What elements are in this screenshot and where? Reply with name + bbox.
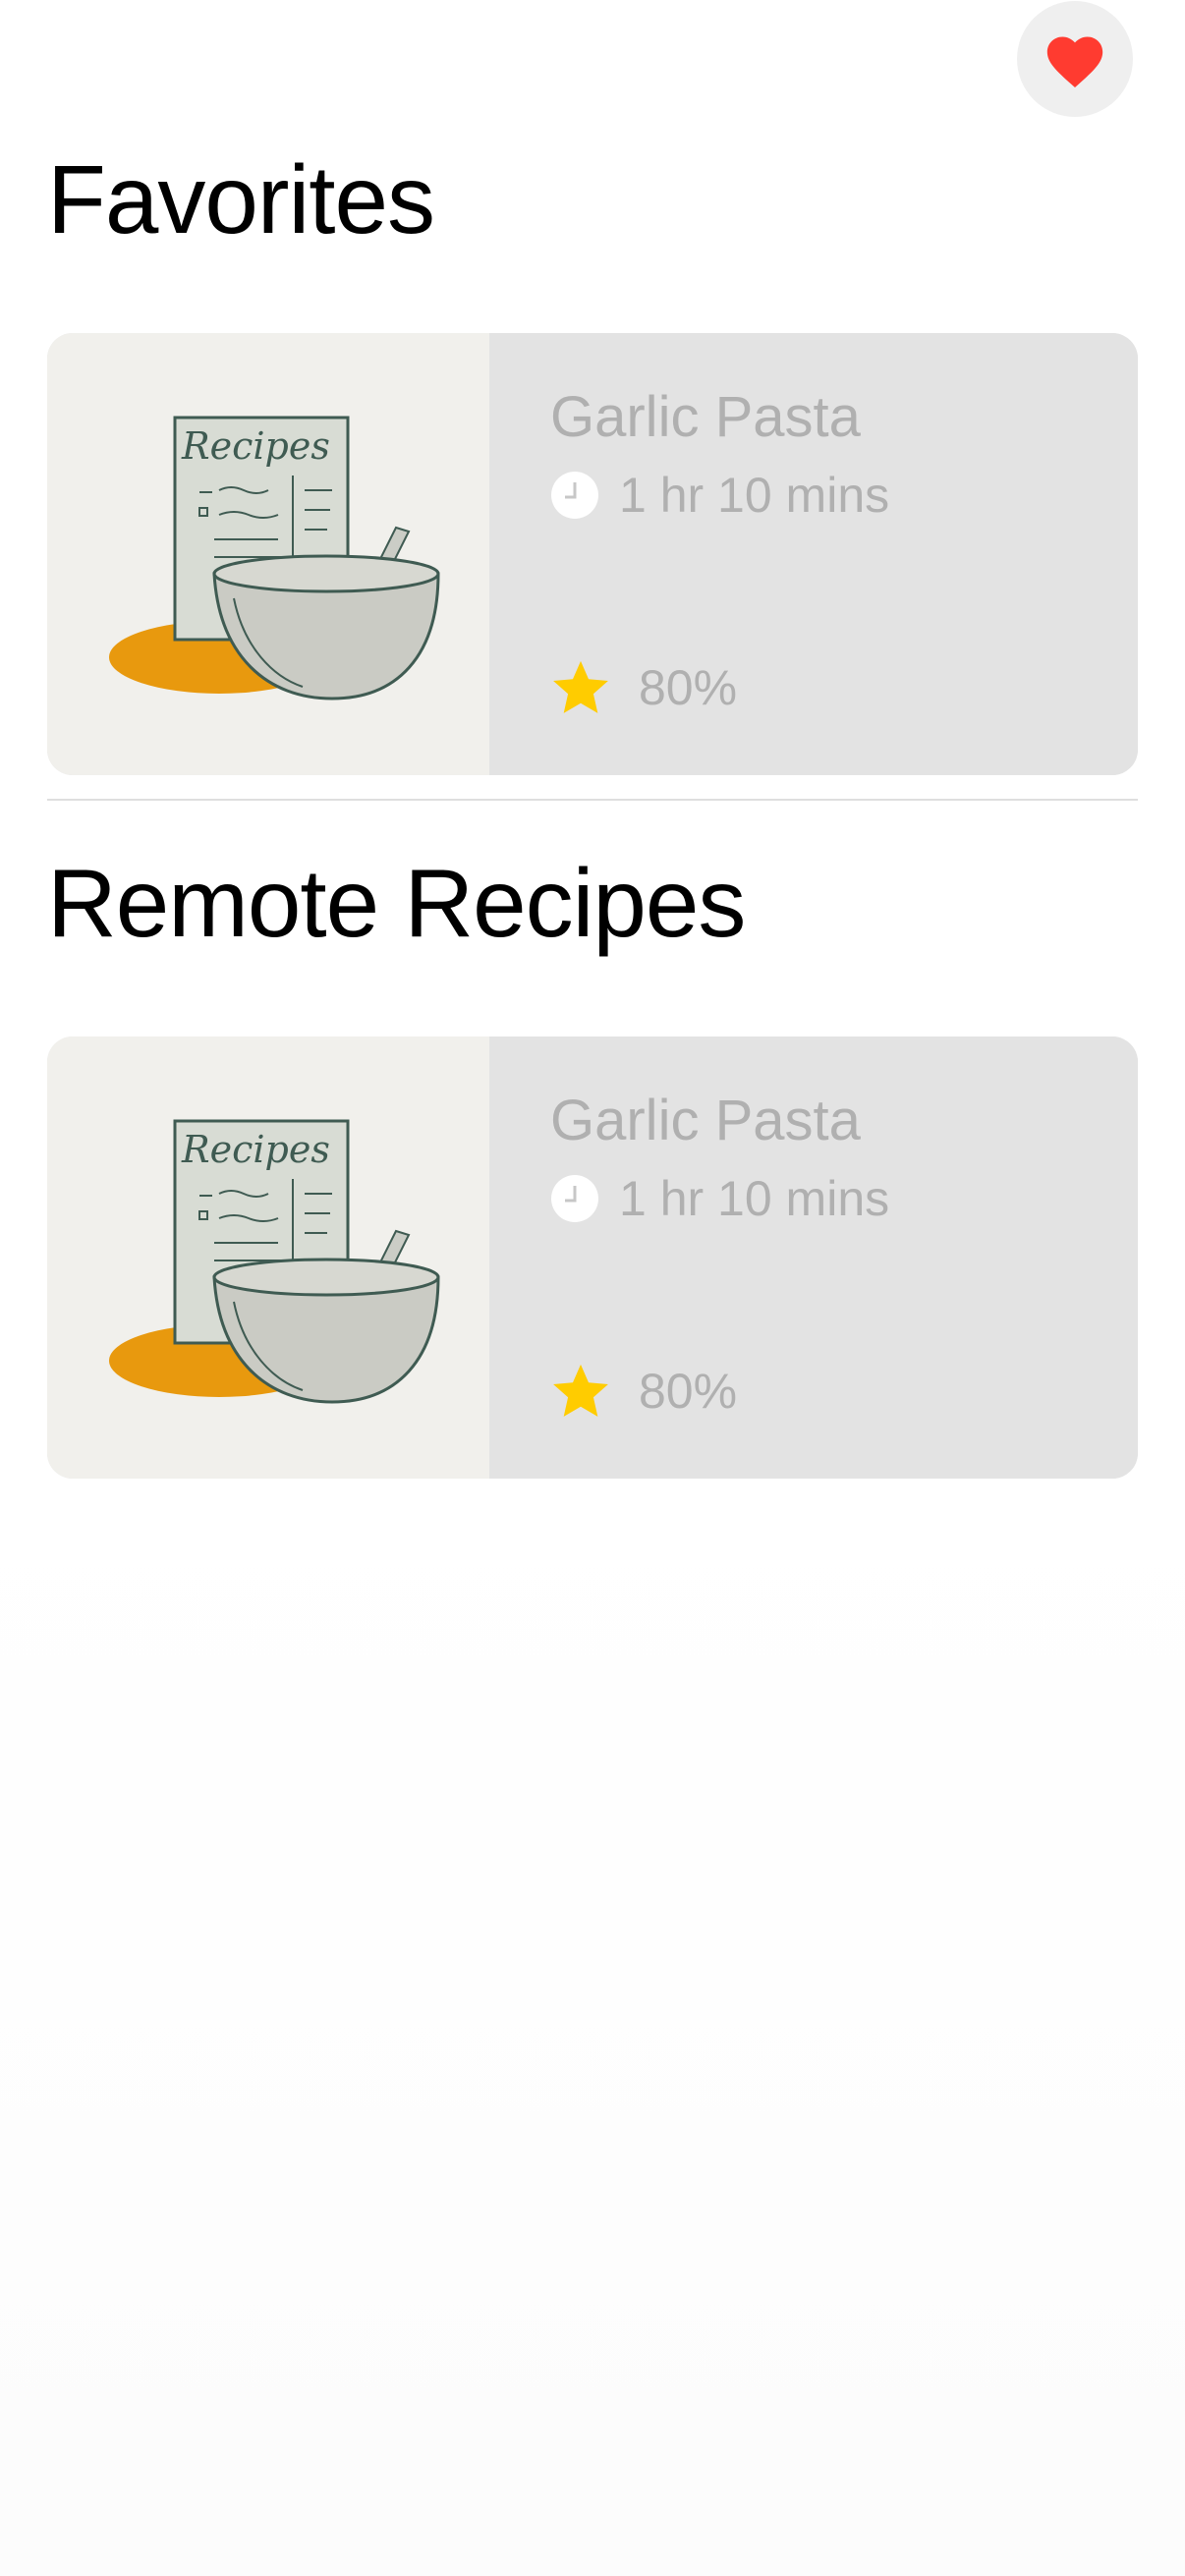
recipe-rating-text: 80% [639,1364,738,1419]
recipe-image-label: Recipes [181,424,330,468]
recipe-time-text: 1 hr 10 mins [619,1171,890,1226]
remote-recipe-card[interactable]: Recipes Garlic Pasta 1 hr 10 mins 80% [47,1036,1138,1479]
clock-icon [551,472,598,519]
recipe-rating: 80% [550,1361,737,1422]
recipe-name: Garlic Pasta [550,1089,861,1152]
recipe-info: Garlic Pasta 1 hr 10 mins 80% [489,333,1138,775]
recipe-image-label: Recipes [181,1128,330,1171]
favorite-recipe-card[interactable]: Recipes Garlic Pasta 1 hr 10 mins 80% [47,333,1138,775]
recipe-book-and-bowl-icon: Recipes [109,416,440,700]
favorites-section-title: Favorites [47,145,435,253]
recipe-book-and-bowl-icon: Recipes [109,1119,440,1404]
recipe-time: 1 hr 10 mins [550,1170,889,1227]
heart-icon [1046,36,1103,88]
star-icon [553,660,608,713]
recipes-screen: Favorites Recipes Garlic Pasta 1 hr 10 m… [0,0,1185,2576]
remote-recipes-section-title: Remote Recipes [47,849,746,957]
star-icon [553,1364,608,1417]
recipe-time: 1 hr 10 mins [550,467,889,524]
section-divider [47,799,1138,801]
recipe-thumbnail: Recipes [47,1036,489,1479]
clock-icon [551,1175,598,1222]
recipe-rating: 80% [550,657,737,718]
recipe-rating-text: 80% [639,660,738,715]
favorites-toggle-button[interactable] [1017,1,1133,117]
recipe-name: Garlic Pasta [550,385,861,449]
recipe-time-text: 1 hr 10 mins [619,468,890,523]
recipe-thumbnail: Recipes [47,333,489,775]
recipe-info: Garlic Pasta 1 hr 10 mins 80% [489,1036,1138,1479]
